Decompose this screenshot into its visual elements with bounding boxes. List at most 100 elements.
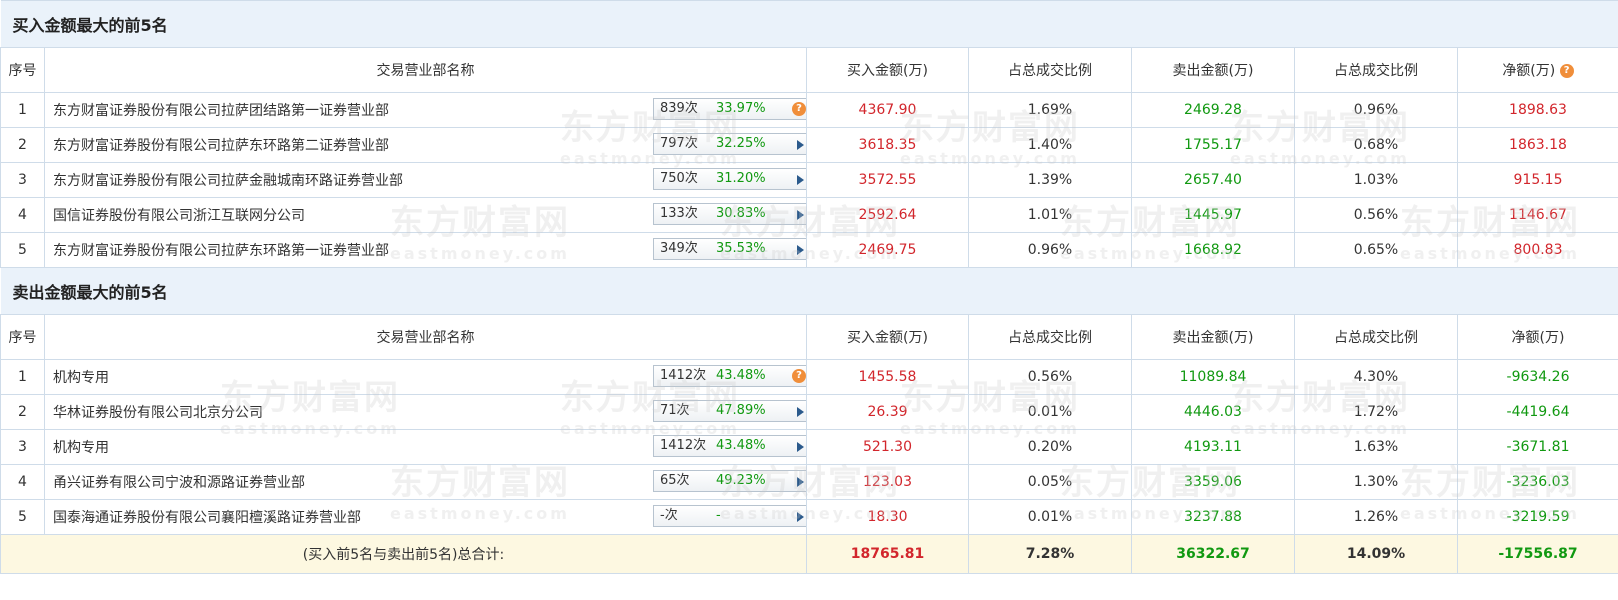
broker-cell: 东方财富证券股份有限公司拉萨东环路第二证券营业部 797次 32.25% bbox=[44, 127, 807, 163]
row-index: 2 bbox=[0, 127, 45, 163]
trade-count: 65次 bbox=[660, 473, 690, 488]
broker-name[interactable]: 国信证券股份有限公司浙江互联网分公司 bbox=[53, 205, 305, 225]
col-net-header-label: 净额(万) bbox=[1502, 63, 1556, 79]
buy-rows: 1 东方财富证券股份有限公司拉萨团结路第一证券营业部 839次 33.97%? 4367… bbox=[0, 92, 1618, 268]
broker-name[interactable]: 机构专用 bbox=[53, 437, 109, 457]
trade-count: 133次 bbox=[660, 206, 698, 221]
dragon-tiger-board: 买入金额最大的前5名 序号 交易营业部名称 买入金额(万) 占总成交比例 卖出金… bbox=[0, 0, 1618, 600]
trade-count-badge[interactable]: 750次 31.20% bbox=[653, 168, 806, 190]
arrow-right-icon[interactable] bbox=[797, 442, 804, 452]
sell-amount: 3359.06 bbox=[1131, 464, 1295, 500]
win-rate: 43.48% bbox=[716, 438, 766, 453]
row-index: 2 bbox=[0, 394, 45, 430]
buy-ratio: 0.01% bbox=[968, 499, 1132, 535]
col-sell-ratio-header: 占总成交比例 bbox=[1294, 47, 1458, 93]
question-icon[interactable]: ? bbox=[1559, 64, 1574, 78]
broker-name[interactable]: 东方财富证券股份有限公司拉萨金融城南环路证券营业部 bbox=[53, 170, 403, 190]
table-row: 3 东方财富证券股份有限公司拉萨金融城南环路证券营业部 750次 31.20% 3572… bbox=[0, 162, 1618, 198]
buy-ratio: 1.40% bbox=[968, 127, 1132, 163]
arrow-right-icon[interactable] bbox=[797, 140, 804, 150]
arrow-right-icon[interactable] bbox=[797, 407, 804, 417]
net-amount: 915.15 bbox=[1456, 162, 1618, 198]
broker-cell: 东方财富证券股份有限公司拉萨金融城南环路证券营业部 750次 31.20% bbox=[44, 162, 807, 198]
buy-amount: 4367.90 bbox=[806, 92, 969, 128]
broker-name[interactable]: 机构专用 bbox=[53, 367, 109, 387]
trade-count-badge[interactable]: 1412次 43.48% bbox=[653, 435, 806, 457]
col-net-header: 净额(万) bbox=[1456, 314, 1618, 360]
buy-amount: 521.30 bbox=[806, 429, 969, 465]
trade-count: 349次 bbox=[660, 241, 698, 256]
table-row: 3 机构专用 1412次 43.48% 521.30 0.20% 4193.11 1.63% -… bbox=[0, 429, 1618, 465]
col-net-header: 净额(万) ? bbox=[1456, 47, 1618, 93]
win-rate: 35.53% bbox=[716, 241, 766, 256]
total-buy: 18765.81 bbox=[806, 534, 969, 574]
trade-count-badge[interactable]: -次 - bbox=[653, 505, 806, 527]
buy-ratio: 0.56% bbox=[968, 359, 1132, 395]
win-rate: 49.23% bbox=[716, 473, 766, 488]
buy-amount: 3572.55 bbox=[806, 162, 969, 198]
net-amount: 1146.67 bbox=[1456, 197, 1618, 233]
sell-ratio: 1.03% bbox=[1294, 162, 1458, 198]
trade-count-badge[interactable]: 1412次 43.48%? bbox=[653, 365, 806, 387]
arrow-right-icon[interactable] bbox=[797, 210, 804, 220]
buy-amount: 123.03 bbox=[806, 464, 969, 500]
row-index: 3 bbox=[0, 162, 45, 198]
trade-count-badge[interactable]: 133次 30.83% bbox=[653, 203, 806, 225]
buy-amount: 2469.75 bbox=[806, 232, 969, 268]
buy-header-row: 序号 交易营业部名称 买入金额(万) 占总成交比例 卖出金额(万) 占总成交比例… bbox=[0, 47, 1618, 93]
trade-count: 839次 bbox=[660, 101, 698, 116]
arrow-right-icon[interactable] bbox=[797, 512, 804, 522]
sell-amount: 4193.11 bbox=[1131, 429, 1295, 465]
win-rate: 43.48% bbox=[716, 368, 766, 383]
broker-cell: 甬兴证券有限公司宁波和源路证券营业部 65次 49.23% bbox=[44, 464, 807, 500]
broker-name[interactable]: 甬兴证券有限公司宁波和源路证券营业部 bbox=[53, 472, 305, 492]
broker-cell: 华林证券股份有限公司北京分公司 71次 47.89% bbox=[44, 394, 807, 430]
broker-name[interactable]: 东方财富证券股份有限公司拉萨团结路第一证券营业部 bbox=[53, 100, 389, 120]
total-row: (买入前5名与卖出前5名)总合计: 18765.81 7.28% 36322.6… bbox=[0, 534, 1618, 574]
trade-count: -次 bbox=[660, 508, 678, 523]
sell-amount: 3237.88 bbox=[1131, 499, 1295, 535]
buy-ratio: 1.01% bbox=[968, 197, 1132, 233]
total-sell-ratio: 14.09% bbox=[1294, 534, 1458, 574]
arrow-right-icon[interactable] bbox=[797, 245, 804, 255]
broker-table: 买入金额最大的前5名 序号 交易营业部名称 买入金额(万) 占总成交比例 卖出金… bbox=[0, 0, 1618, 574]
broker-cell: 机构专用 1412次 43.48% bbox=[44, 429, 807, 465]
table-row: 2 华林证券股份有限公司北京分公司 71次 47.89% 26.39 0.01% 4446.… bbox=[0, 394, 1618, 430]
net-amount: -4419.64 bbox=[1456, 394, 1618, 430]
sell-ratio: 0.68% bbox=[1294, 127, 1458, 163]
trade-count-badge[interactable]: 839次 33.97%? bbox=[653, 98, 806, 120]
win-rate: 31.20% bbox=[716, 171, 766, 186]
table-row: 4 国信证券股份有限公司浙江互联网分公司 133次 30.83% 2592.64 1.01… bbox=[0, 197, 1618, 233]
net-amount: -3236.03 bbox=[1456, 464, 1618, 500]
table-row: 5 东方财富证券股份有限公司拉萨东环路第一证券营业部 349次 35.53% 2469.… bbox=[0, 232, 1618, 268]
arrow-right-icon[interactable] bbox=[797, 477, 804, 487]
broker-name[interactable]: 华林证券股份有限公司北京分公司 bbox=[53, 402, 263, 422]
buy-ratio: 0.20% bbox=[968, 429, 1132, 465]
sell-amount: 4446.03 bbox=[1131, 394, 1295, 430]
broker-name[interactable]: 东方财富证券股份有限公司拉萨东环路第二证券营业部 bbox=[53, 135, 389, 155]
question-icon[interactable]: ? bbox=[792, 102, 806, 116]
col-index-header: 序号 bbox=[0, 47, 45, 93]
question-icon[interactable]: ? bbox=[792, 369, 806, 383]
win-rate: 47.89% bbox=[716, 403, 766, 418]
buy-amount: 18.30 bbox=[806, 499, 969, 535]
trade-count: 1412次 bbox=[660, 368, 707, 383]
table-row: 2 东方财富证券股份有限公司拉萨东环路第二证券营业部 797次 32.25% 3618.… bbox=[0, 127, 1618, 163]
arrow-right-icon[interactable] bbox=[797, 175, 804, 185]
trade-count-badge[interactable]: 349次 35.53% bbox=[653, 238, 806, 260]
net-amount: 1898.63 bbox=[1456, 92, 1618, 128]
row-index: 4 bbox=[0, 197, 45, 233]
buy-ratio: 1.39% bbox=[968, 162, 1132, 198]
col-broker-header: 交易营业部名称 bbox=[44, 47, 807, 93]
net-amount: -9634.26 bbox=[1456, 359, 1618, 395]
broker-name[interactable]: 东方财富证券股份有限公司拉萨东环路第一证券营业部 bbox=[53, 240, 389, 260]
trade-count-badge[interactable]: 797次 32.25% bbox=[653, 133, 806, 155]
broker-name[interactable]: 国泰海通证券股份有限公司襄阳檀溪路证券营业部 bbox=[53, 507, 361, 527]
sell-amount: 2657.40 bbox=[1131, 162, 1295, 198]
buy-section-title: 买入金额最大的前5名 bbox=[0, 0, 1618, 48]
trade-count-badge[interactable]: 71次 47.89% bbox=[653, 400, 806, 422]
col-buy-amount-header: 买入金额(万) bbox=[806, 47, 969, 93]
trade-count-badge[interactable]: 65次 49.23% bbox=[653, 470, 806, 492]
sell-ratio: 1.30% bbox=[1294, 464, 1458, 500]
total-buy-ratio: 7.28% bbox=[968, 534, 1132, 574]
